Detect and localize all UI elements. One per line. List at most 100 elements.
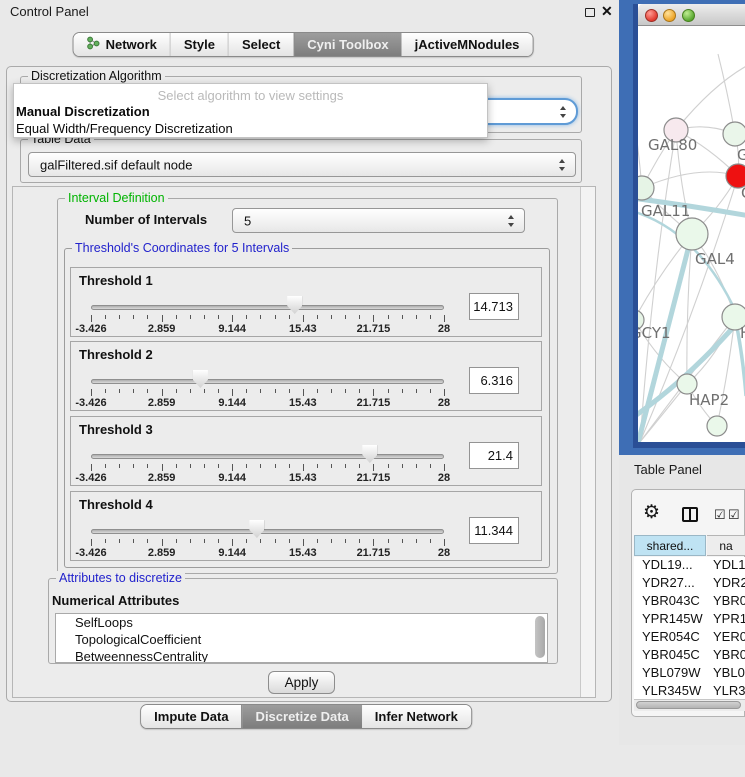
table-row[interactable]: YER054CYER0 [634,629,745,647]
threshold-3-slider-track[interactable] [91,454,444,459]
algorithm-option-manual-discretization[interactable]: Manual Discretization [16,104,150,119]
threshold-4-value-field[interactable]: 11.344 [469,517,519,544]
network-node[interactable] [676,218,708,250]
vertical-scrollbar[interactable] [580,187,595,697]
attribute-item-topologicalcoefficient[interactable]: TopologicalCoefficient [56,631,547,648]
network-node[interactable] [723,122,745,146]
threshold-2-slider-thumb[interactable] [193,370,208,388]
tick-label: 28 [414,397,474,409]
tick-mark [147,315,148,319]
threshold-3-label: Threshold 3 [79,422,153,437]
threshold-2-slider-track[interactable] [91,379,444,384]
tick-mark [303,315,304,322]
tick-mark [388,315,389,319]
threshold-1-box: Threshold 1-3.4262.8599.14415.4321.71528… [70,267,542,337]
tick-mark [416,315,417,319]
node-label-gcy1: GCY1 [638,324,671,342]
table-row[interactable]: YLR345WYLR3 [634,683,745,699]
tick-mark [331,389,332,393]
cell-shared-name: YER054C [642,629,700,644]
column-header-shared[interactable]: shared... [634,535,706,556]
tick-mark [289,315,290,319]
tick-mark [373,539,374,546]
minimize-traffic-light[interactable] [663,9,676,22]
network-edge [642,172,738,188]
attribute-item-selfloops[interactable]: SelfLoops [56,614,547,631]
close-traffic-light[interactable] [645,9,658,22]
float-icon[interactable] [585,8,595,17]
checkbox-icon[interactable]: ☑ [714,507,726,523]
cell-name: YDL1 [713,557,745,572]
algorithm-option-equal-width-frequency-discretization[interactable]: Equal Width/Frequency Discretization [16,121,233,136]
threshold-4-slider-thumb[interactable] [249,520,264,538]
network-canvas[interactable]: GAL80GACGAL11GAL4GCY1HAHAP2 [638,26,745,442]
threshold-4-box: Threshold 4-3.4262.8599.14415.4321.71528… [70,491,542,561]
checkbox-icon[interactable]: ☑ [728,507,740,523]
tab-style[interactable]: Style [170,33,228,56]
gear-icon[interactable]: ⚙ [643,501,660,524]
close-icon[interactable]: ✕ [601,3,613,20]
attributes-scrollbar[interactable] [535,616,545,660]
threshold-1-value-field[interactable]: 14.713 [469,293,519,320]
tick-mark [246,315,247,319]
tick-mark [388,539,389,543]
tick-mark [275,315,276,319]
tab-network[interactable]: Network [74,33,170,56]
table-data-combo[interactable]: galFiltered.sif default node [28,152,576,177]
threshold-3-box: Threshold 3-3.4262.8599.14415.4321.71528… [70,416,542,486]
tick-mark [275,539,276,543]
numerical-attributes-list[interactable]: SelfLoopsTopologicalCoefficientBetweenne… [55,613,548,663]
horizontal-scrollbar-thumb[interactable] [636,701,741,709]
threshold-1-slider-thumb[interactable] [287,296,302,314]
tick-mark [345,389,346,393]
apply-button[interactable]: Apply [268,671,335,694]
threshold-3-value-field[interactable]: 21.4 [469,442,519,469]
table-row[interactable]: YBL079WYBL0 [634,665,745,683]
tick-label: 28 [414,547,474,559]
network-node[interactable] [707,416,727,436]
column-header-name[interactable]: na [707,535,745,556]
number-of-intervals-combo[interactable]: 5 [232,208,525,233]
table-row[interactable]: YBR045CYBR0 [634,647,745,665]
tick-mark [204,539,205,543]
tab-select[interactable]: Select [228,33,293,56]
tick-mark [133,389,134,393]
table-row[interactable]: YBR043CYBR0 [634,593,745,611]
tick-mark [105,464,106,468]
tick-mark [176,389,177,393]
attributes-scrollbar-thumb[interactable] [535,616,545,658]
tab-jactivemnodules[interactable]: jActiveMNodules [402,33,533,56]
columns-icon[interactable] [682,507,698,522]
bottom-tab-discretize-data[interactable]: Discretize Data [242,705,362,728]
threshold-2-value-field[interactable]: 6.316 [469,367,519,394]
threshold-1-slider-track[interactable] [91,305,444,310]
threshold-4-slider-track[interactable] [91,529,444,534]
tick-mark [444,315,445,322]
zoom-traffic-light[interactable] [682,9,695,22]
control-panel-titlebar: Control Panel ✕ [0,0,619,24]
discretization-algorithm-label: Discretization Algorithm [28,69,165,83]
bottom-tab-impute-data[interactable]: Impute Data [141,705,241,728]
number-of-intervals-label: Number of Intervals [85,212,207,227]
tick-mark [119,539,120,543]
tick-mark [289,464,290,468]
tick-mark [246,539,247,543]
network-window-titlebar[interactable] [638,4,745,26]
tab-cyni-toolbox[interactable]: Cyni Toolbox [293,33,401,56]
table-row[interactable]: YDR27...YDR2 [634,575,745,593]
network-edge [676,64,745,130]
network-node[interactable] [638,176,654,200]
bottom-tab-infer-network[interactable]: Infer Network [362,705,471,728]
tick-mark [105,315,106,319]
tick-mark [430,539,431,543]
tick-label: 21.715 [343,323,403,335]
network-window[interactable]: GAL80GACGAL11GAL4GCY1HAHAP2 [633,4,745,448]
tick-label: 15.43 [273,397,333,409]
bottom-tabs: Impute DataDiscretize DataInfer Network [140,704,472,729]
threshold-3-slider-thumb[interactable] [362,445,377,463]
node-label-ha: HA [740,324,745,342]
table-row[interactable]: YDL19...YDL1 [634,557,745,575]
table-row[interactable]: YPR145WYPR1 [634,611,745,629]
tick-mark [345,464,346,468]
attribute-item-betweennesscentrality[interactable]: BetweennessCentrality [56,648,547,663]
